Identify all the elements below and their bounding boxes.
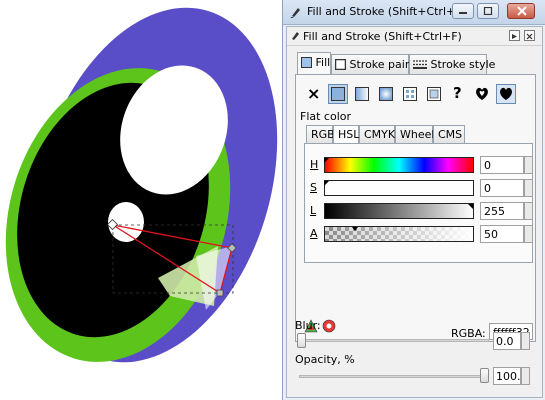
fill-stroke-window: Fill and Stroke (Shift+Ctrl+F) Fill and …: [282, 0, 545, 400]
saturation-value-input[interactable]: 0: [480, 179, 524, 197]
evenodd-icon: [476, 87, 488, 100]
fill-rule-evenodd-button[interactable]: [472, 84, 492, 104]
hue-row: H 0: [305, 156, 534, 176]
hsl-panel: H 0 S 0 L 255 A 50: [304, 143, 533, 263]
dock-title: Fill and Stroke (Shift+Ctrl+F): [303, 30, 462, 43]
close-button[interactable]: [507, 3, 535, 19]
hue-value-input[interactable]: 0: [480, 156, 524, 174]
hue-slider[interactable]: [324, 157, 474, 173]
blur-spinner[interactable]: [521, 332, 530, 350]
pattern-icon: [403, 87, 417, 101]
fill-rule-nonzero-button[interactable]: [496, 84, 516, 104]
fill-icon: [301, 57, 312, 68]
blur-slider-handle[interactable]: [297, 333, 306, 348]
hue-label: H: [310, 158, 319, 171]
subtab-label: RGB: [311, 128, 335, 141]
lightness-value-input[interactable]: 255: [480, 202, 524, 220]
alpha-spinner[interactable]: [524, 225, 533, 243]
radial-gradient-icon: [379, 87, 393, 101]
no-paint-button[interactable]: ×: [304, 84, 324, 104]
radial-gradient-button[interactable]: [376, 84, 396, 104]
flat-color-button[interactable]: [328, 84, 348, 104]
dock-iconify-button[interactable]: [509, 30, 520, 41]
tab-rgb[interactable]: RGB: [306, 125, 335, 143]
tab-cms[interactable]: CMS: [433, 125, 465, 143]
flat-color-label: Flat color: [300, 110, 352, 123]
stroke-style-icon: [413, 60, 427, 69]
opacity-slider-handle[interactable]: [480, 368, 489, 383]
tab-hsl[interactable]: HSL: [333, 125, 359, 143]
swatch-button[interactable]: [424, 84, 444, 104]
no-paint-icon: ×: [307, 84, 321, 103]
paintbrush-icon: [290, 8, 300, 18]
tab-label: Fill: [315, 56, 331, 69]
saturation-row: S 0: [305, 179, 534, 199]
nonzero-icon: [500, 87, 512, 100]
lightness-slider[interactable]: [324, 203, 474, 219]
window-title: Fill and Stroke (Shift+Ctrl+F): [307, 5, 466, 18]
minimize-button[interactable]: [452, 3, 474, 19]
blur-value-input[interactable]: 0.0: [493, 332, 521, 350]
paintbrush-icon: [292, 32, 299, 40]
tab-stroke-style[interactable]: Stroke style: [409, 54, 495, 74]
opacity-slider-track[interactable]: [299, 375, 489, 378]
close-icon: [517, 6, 527, 16]
close-icon: [526, 33, 533, 40]
lightness-slider-marker: [468, 204, 473, 209]
linear-gradient-icon: [355, 87, 369, 101]
lightness-spinner[interactable]: [524, 202, 533, 220]
maximize-button[interactable]: [477, 3, 499, 19]
drawing-canvas[interactable]: [0, 0, 285, 400]
maximize-icon: [483, 7, 493, 15]
alpha-label: A: [310, 227, 318, 240]
gradient-radius-handle[interactable]: [216, 289, 224, 297]
pattern-button[interactable]: [400, 84, 420, 104]
saturation-slider[interactable]: [324, 180, 474, 196]
dock-close-button[interactable]: [524, 30, 535, 41]
iconify-icon: [512, 34, 517, 39]
tab-wheel[interactable]: Wheel: [395, 125, 435, 143]
dock-header: Fill and Stroke (Shift+Ctrl+F): [287, 27, 542, 46]
blur-slider-track[interactable]: [299, 339, 489, 342]
unset-icon: ?: [453, 84, 462, 102]
alpha-value-input[interactable]: 50: [480, 225, 524, 243]
alpha-slider[interactable]: [324, 226, 474, 242]
subtab-label: CMYK: [364, 128, 396, 141]
subtab-label: Wheel: [400, 128, 435, 141]
saturation-label: S: [310, 181, 317, 194]
stroke-paint-icon: [334, 58, 347, 71]
fill-tab-content: × ? Flat color RGB HSL CMYK Wheel CMS H …: [295, 74, 536, 342]
tab-label: Stroke paint: [349, 58, 417, 71]
opacity-value-input[interactable]: 100.0: [493, 367, 528, 385]
unset-paint-button[interactable]: ?: [448, 84, 468, 104]
saturation-spinner[interactable]: [524, 179, 533, 197]
minimize-icon: [459, 12, 467, 14]
subtab-label: HSL: [338, 128, 360, 141]
hue-slider-marker: [324, 158, 329, 163]
linear-gradient-button[interactable]: [352, 84, 372, 104]
lightness-label: L: [310, 204, 317, 217]
tab-stroke-paint[interactable]: Stroke paint: [331, 54, 416, 74]
hue-spinner[interactable]: [524, 156, 533, 174]
saturation-slider-marker: [324, 181, 329, 186]
out-of-gamut-icon[interactable]: [322, 319, 336, 333]
alpha-slider-marker: [352, 227, 358, 231]
opacity-label: Opacity, %: [295, 353, 355, 366]
tab-cmyk[interactable]: CMYK: [359, 125, 395, 143]
swatch-icon: [427, 87, 441, 101]
blur-label: Blur:: [295, 319, 321, 332]
opacity-spinner[interactable]: [521, 367, 530, 385]
window-titlebar[interactable]: Fill and Stroke (Shift+Ctrl+F): [283, 0, 545, 25]
lightness-row: L 255: [305, 202, 534, 222]
subtab-label: CMS: [438, 128, 463, 141]
fill-stroke-panel: Fill and Stroke (Shift+Ctrl+F) Fill Stro…: [286, 26, 543, 398]
flat-color-icon: [331, 87, 345, 101]
tab-fill[interactable]: Fill: [297, 52, 331, 74]
tab-label: Stroke style: [430, 58, 496, 71]
alpha-row: A 50: [305, 225, 534, 245]
